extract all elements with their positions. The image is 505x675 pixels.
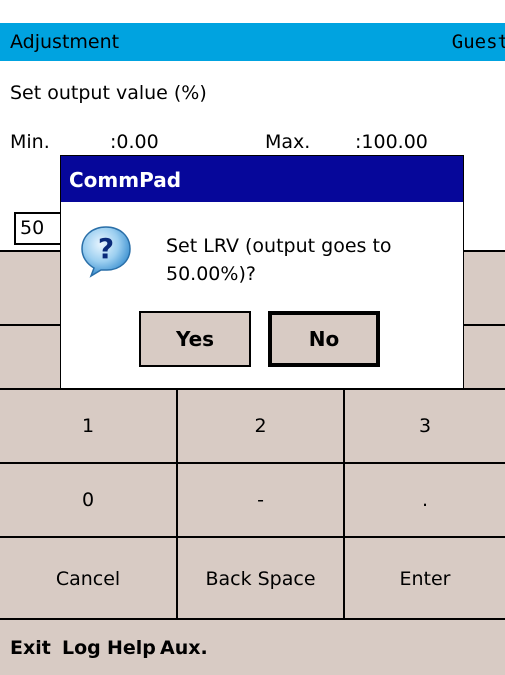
dialog-title: CommPad	[69, 168, 182, 192]
page-title: Adjustment	[10, 31, 120, 53]
menu-item-log[interactable]: Log	[62, 637, 101, 659]
key-decimal-button[interactable]: .	[345, 464, 505, 538]
max-value: :100.00	[355, 131, 428, 153]
user-name: Guest	[451, 31, 505, 53]
menu-item-help[interactable]: Help	[107, 637, 156, 659]
dialog-message: Set LRV (output goes to 50.00%)?	[166, 235, 392, 285]
key-2-button[interactable]: 2	[178, 390, 345, 464]
backspace-button[interactable]: Back Space	[178, 538, 345, 620]
no-button[interactable]: No	[268, 311, 380, 367]
dialog-title-bar: CommPad	[61, 156, 463, 202]
key-3-button[interactable]: 3	[345, 390, 505, 464]
menu-bar: Exit Log Help Aux.	[0, 618, 505, 675]
cancel-button[interactable]: Cancel	[0, 538, 178, 620]
screen: Adjustment Guest Set output value (%) Mi…	[0, 0, 505, 675]
menu-item-aux[interactable]: Aux.	[160, 637, 208, 659]
title-bar: Adjustment Guest	[0, 23, 505, 61]
confirm-dialog: CommPad ? Set LRV (output goes to 50.00%…	[60, 155, 464, 389]
key-0-button[interactable]: 0	[0, 464, 178, 538]
enter-button[interactable]: Enter	[345, 538, 505, 620]
menu-item-exit[interactable]: Exit	[10, 637, 51, 659]
min-label: Min.	[10, 131, 50, 153]
max-label: Max.	[265, 131, 311, 153]
svg-text:?: ?	[98, 232, 114, 265]
yes-button[interactable]: Yes	[139, 311, 251, 367]
min-value: :0.00	[110, 131, 159, 153]
key-minus-button[interactable]: -	[178, 464, 345, 538]
key-1-button[interactable]: 1	[0, 390, 178, 464]
prompt-label: Set output value (%)	[10, 82, 207, 104]
question-icon: ?	[81, 226, 131, 278]
